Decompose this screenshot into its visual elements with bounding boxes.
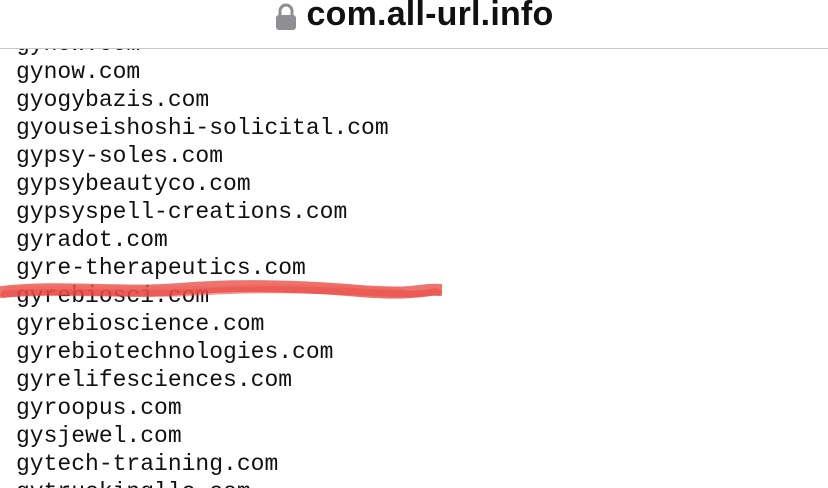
domain-list-item[interactable]: gyroopus.com	[16, 394, 389, 422]
domain-list-item[interactable]: gynow.com	[16, 58, 389, 86]
lock-icon	[275, 3, 297, 31]
domain-list-item[interactable]: gynow.com	[16, 49, 389, 58]
domain-list: gynow.com gynow.com gyogybazis.com gyous…	[16, 49, 389, 488]
domain-list-item-highlighted[interactable]: gyrebiosci.com	[16, 282, 389, 310]
domain-list-item[interactable]: gyrebioscience.com	[16, 310, 389, 338]
domain-list-item[interactable]: gyrelifesciences.com	[16, 366, 389, 394]
page-content: gynow.com gynow.com gyogybazis.com gyous…	[0, 49, 828, 488]
address-bar[interactable]: com.all-url.info	[0, 0, 828, 49]
browser-page: com.all-url.info gynow.com gynow.com gyo…	[0, 0, 828, 488]
domain-list-item[interactable]: gypsybeautyco.com	[16, 170, 389, 198]
domain-list-item[interactable]: gytruckingllc.com	[16, 478, 389, 488]
domain-list-item[interactable]: gypsyspell-creations.com	[16, 198, 389, 226]
domain-list-item[interactable]: gytech-training.com	[16, 450, 389, 478]
domain-list-item[interactable]: gyre-therapeutics.com	[16, 254, 389, 282]
address-bar-content: com.all-url.info	[0, 0, 828, 42]
domain-list-item[interactable]: gypsy-soles.com	[16, 142, 389, 170]
domain-list-item[interactable]: gysjewel.com	[16, 422, 389, 450]
domain-list-item[interactable]: gyouseishoshi-solicital.com	[16, 114, 389, 142]
address-domain: com.all-url.info	[306, 0, 554, 33]
domain-list-item[interactable]: gyrebiotechnologies.com	[16, 338, 389, 366]
domain-list-item[interactable]: gyradot.com	[16, 226, 389, 254]
domain-list-item[interactable]: gyogybazis.com	[16, 86, 389, 114]
